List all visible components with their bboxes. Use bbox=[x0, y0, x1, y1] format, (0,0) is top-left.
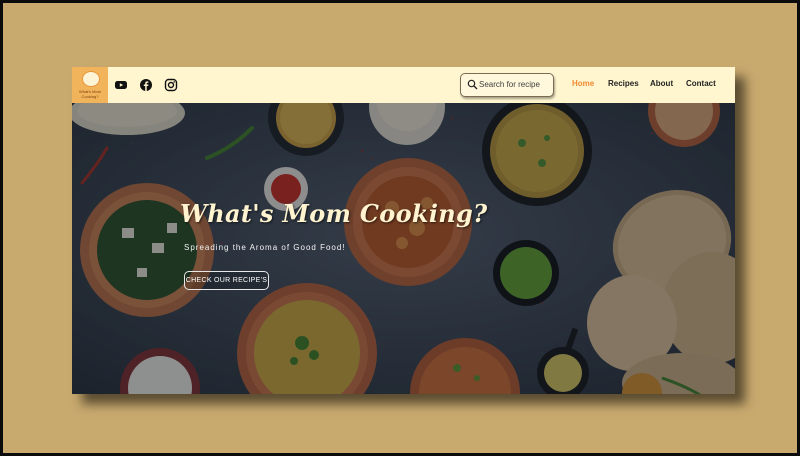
logo-text: What's Mom Cooking? bbox=[78, 89, 102, 99]
nav-home[interactable]: Home bbox=[572, 79, 594, 88]
search-input[interactable] bbox=[479, 77, 549, 91]
check-recipes-button[interactable]: CHECK OUR RECIPE'S bbox=[184, 271, 269, 290]
search-box[interactable] bbox=[460, 73, 554, 97]
nav-contact[interactable]: Contact bbox=[686, 79, 716, 88]
nav-about[interactable]: About bbox=[650, 79, 673, 88]
page-background: What's Mom Cooking? Search for recipe Ho… bbox=[3, 3, 797, 453]
hero-title: What's Mom Cooking? bbox=[180, 199, 488, 228]
navbar: What's Mom Cooking? Search for recipe Ho… bbox=[72, 67, 735, 103]
logo[interactable]: What's Mom Cooking? bbox=[72, 67, 108, 103]
youtube-icon[interactable] bbox=[114, 78, 128, 92]
instagram-icon[interactable] bbox=[164, 78, 178, 92]
hero-food-image bbox=[72, 103, 735, 394]
facebook-icon[interactable] bbox=[139, 78, 153, 92]
hero-section: What's Mom Cooking? Spreading the Aroma … bbox=[72, 103, 735, 394]
search-icon[interactable] bbox=[467, 79, 478, 90]
plate-logo-icon bbox=[82, 71, 100, 87]
nav-recipes[interactable]: Recipes bbox=[608, 79, 639, 88]
hero-subtitle: Spreading the Aroma of Good Food! bbox=[184, 243, 346, 252]
website-preview: What's Mom Cooking? Search for recipe Ho… bbox=[72, 67, 735, 394]
